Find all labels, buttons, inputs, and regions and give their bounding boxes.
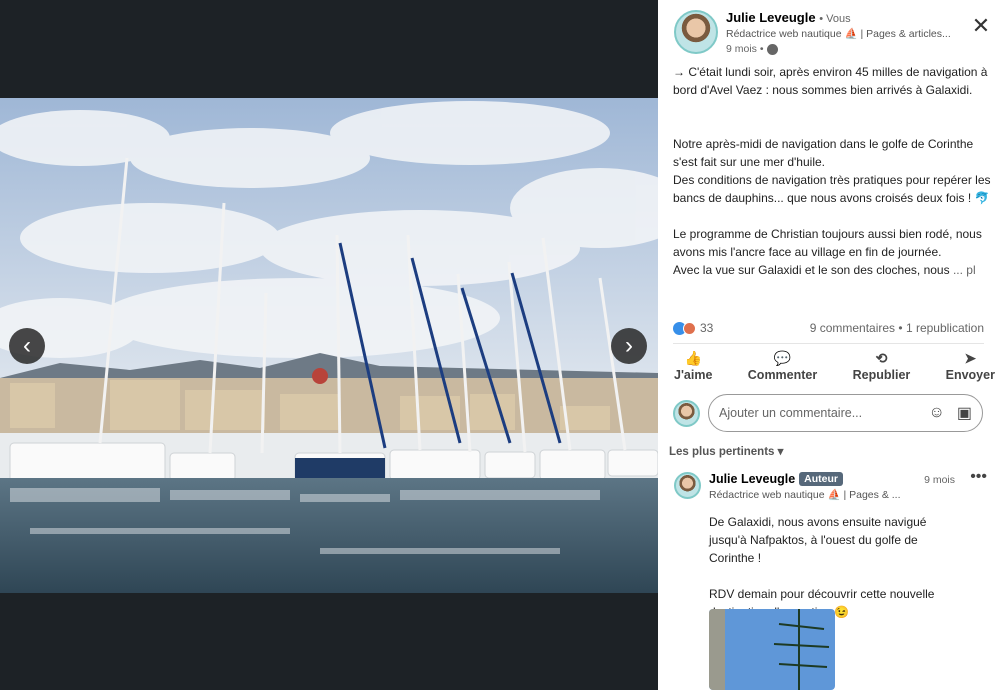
post-paragraph: → C'était lundi soir, après environ 45 m… — [673, 65, 988, 97]
author-badge: Auteur — [799, 472, 843, 486]
avatar[interactable] — [673, 399, 700, 427]
divider — [673, 343, 984, 344]
post-text: → C'était lundi soir, après environ 45 m… — [673, 63, 991, 279]
repost-icon: ⟲ — [875, 350, 888, 366]
more-options-icon[interactable]: ••• — [970, 468, 987, 486]
comments-count[interactable]: 9 commentaires — [810, 321, 895, 335]
image-icon[interactable]: ▣ — [957, 403, 972, 423]
send-icon: ➤ — [964, 350, 977, 366]
chevron-left-icon[interactable]: ‹ — [9, 328, 45, 364]
you-label: • Vous — [819, 13, 851, 25]
comment-item: Julie Leveugle Auteur Rédactrice web nau… — [674, 468, 989, 621]
like-icon: 👍 — [684, 350, 702, 366]
post-paragraph: Le programme de Christian toujours aussi… — [673, 227, 982, 259]
comment-text: De Galaxidi, nous avons ensuite navigué … — [709, 515, 935, 619]
comment-input[interactable]: Ajouter un commentaire... ☺ ▣ — [708, 394, 983, 432]
reposts-count[interactable]: • 1 republication — [898, 321, 984, 335]
comment-time: 9 mois — [924, 474, 955, 486]
send-button[interactable]: ➤ Envoyer — [940, 350, 1001, 382]
post-paragraph: Avec la vue sur Galaxidi et le son des c… — [673, 263, 976, 277]
comment-composer: Ajouter un commentaire... ☺ ▣ — [673, 394, 985, 432]
author-headline: Rédactrice web nautique ⛵ | Pages & arti… — [726, 28, 951, 40]
comment-icon: 💬 — [773, 350, 792, 366]
love-reaction-icon — [683, 321, 696, 335]
emoji-icon[interactable]: ☺ — [929, 404, 945, 422]
chevron-right-icon[interactable]: › — [611, 328, 647, 364]
avatar[interactable] — [674, 10, 718, 54]
comment-button[interactable]: 💬 Commenter — [742, 350, 823, 382]
comment-author-headline: Rédactrice web nautique ⛵ | Pages & ... — [709, 489, 901, 501]
post-panel: Julie Leveugle • Vous Rédactrice web nau… — [658, 0, 1001, 690]
reaction-count[interactable]: 33 — [700, 321, 713, 335]
sort-dropdown[interactable]: Les plus pertinents ▾ — [669, 444, 783, 458]
comment-image[interactable] — [709, 609, 835, 690]
post-paragraph: Notre après-midi de navigation dans le g… — [673, 137, 974, 169]
avatar[interactable] — [674, 472, 701, 499]
globe-icon — [766, 43, 778, 55]
reactions-bar: 33 9 commentaires • 1 republication — [673, 321, 984, 335]
close-icon[interactable]: ✕ — [969, 14, 993, 38]
post-author: Julie Leveugle • Vous Rédactrice web nau… — [674, 10, 951, 55]
photo-viewer: ‹ › — [0, 0, 658, 690]
repost-button[interactable]: ⟲ Republier — [847, 350, 917, 382]
like-button[interactable]: 👍 J'aime — [668, 350, 718, 382]
see-more-link[interactable]: ... pl — [953, 263, 976, 277]
social-actions: 👍 J'aime 💬 Commenter ⟲ Republier ➤ Envoy… — [668, 350, 1001, 382]
post-time: 9 mois • — [726, 43, 764, 55]
post-paragraph: Des conditions de navigation très pratiq… — [673, 173, 991, 205]
author-name[interactable]: Julie Leveugle — [726, 10, 816, 25]
comment-author-name[interactable]: Julie Leveugle — [709, 472, 795, 486]
post-photo — [0, 98, 658, 593]
